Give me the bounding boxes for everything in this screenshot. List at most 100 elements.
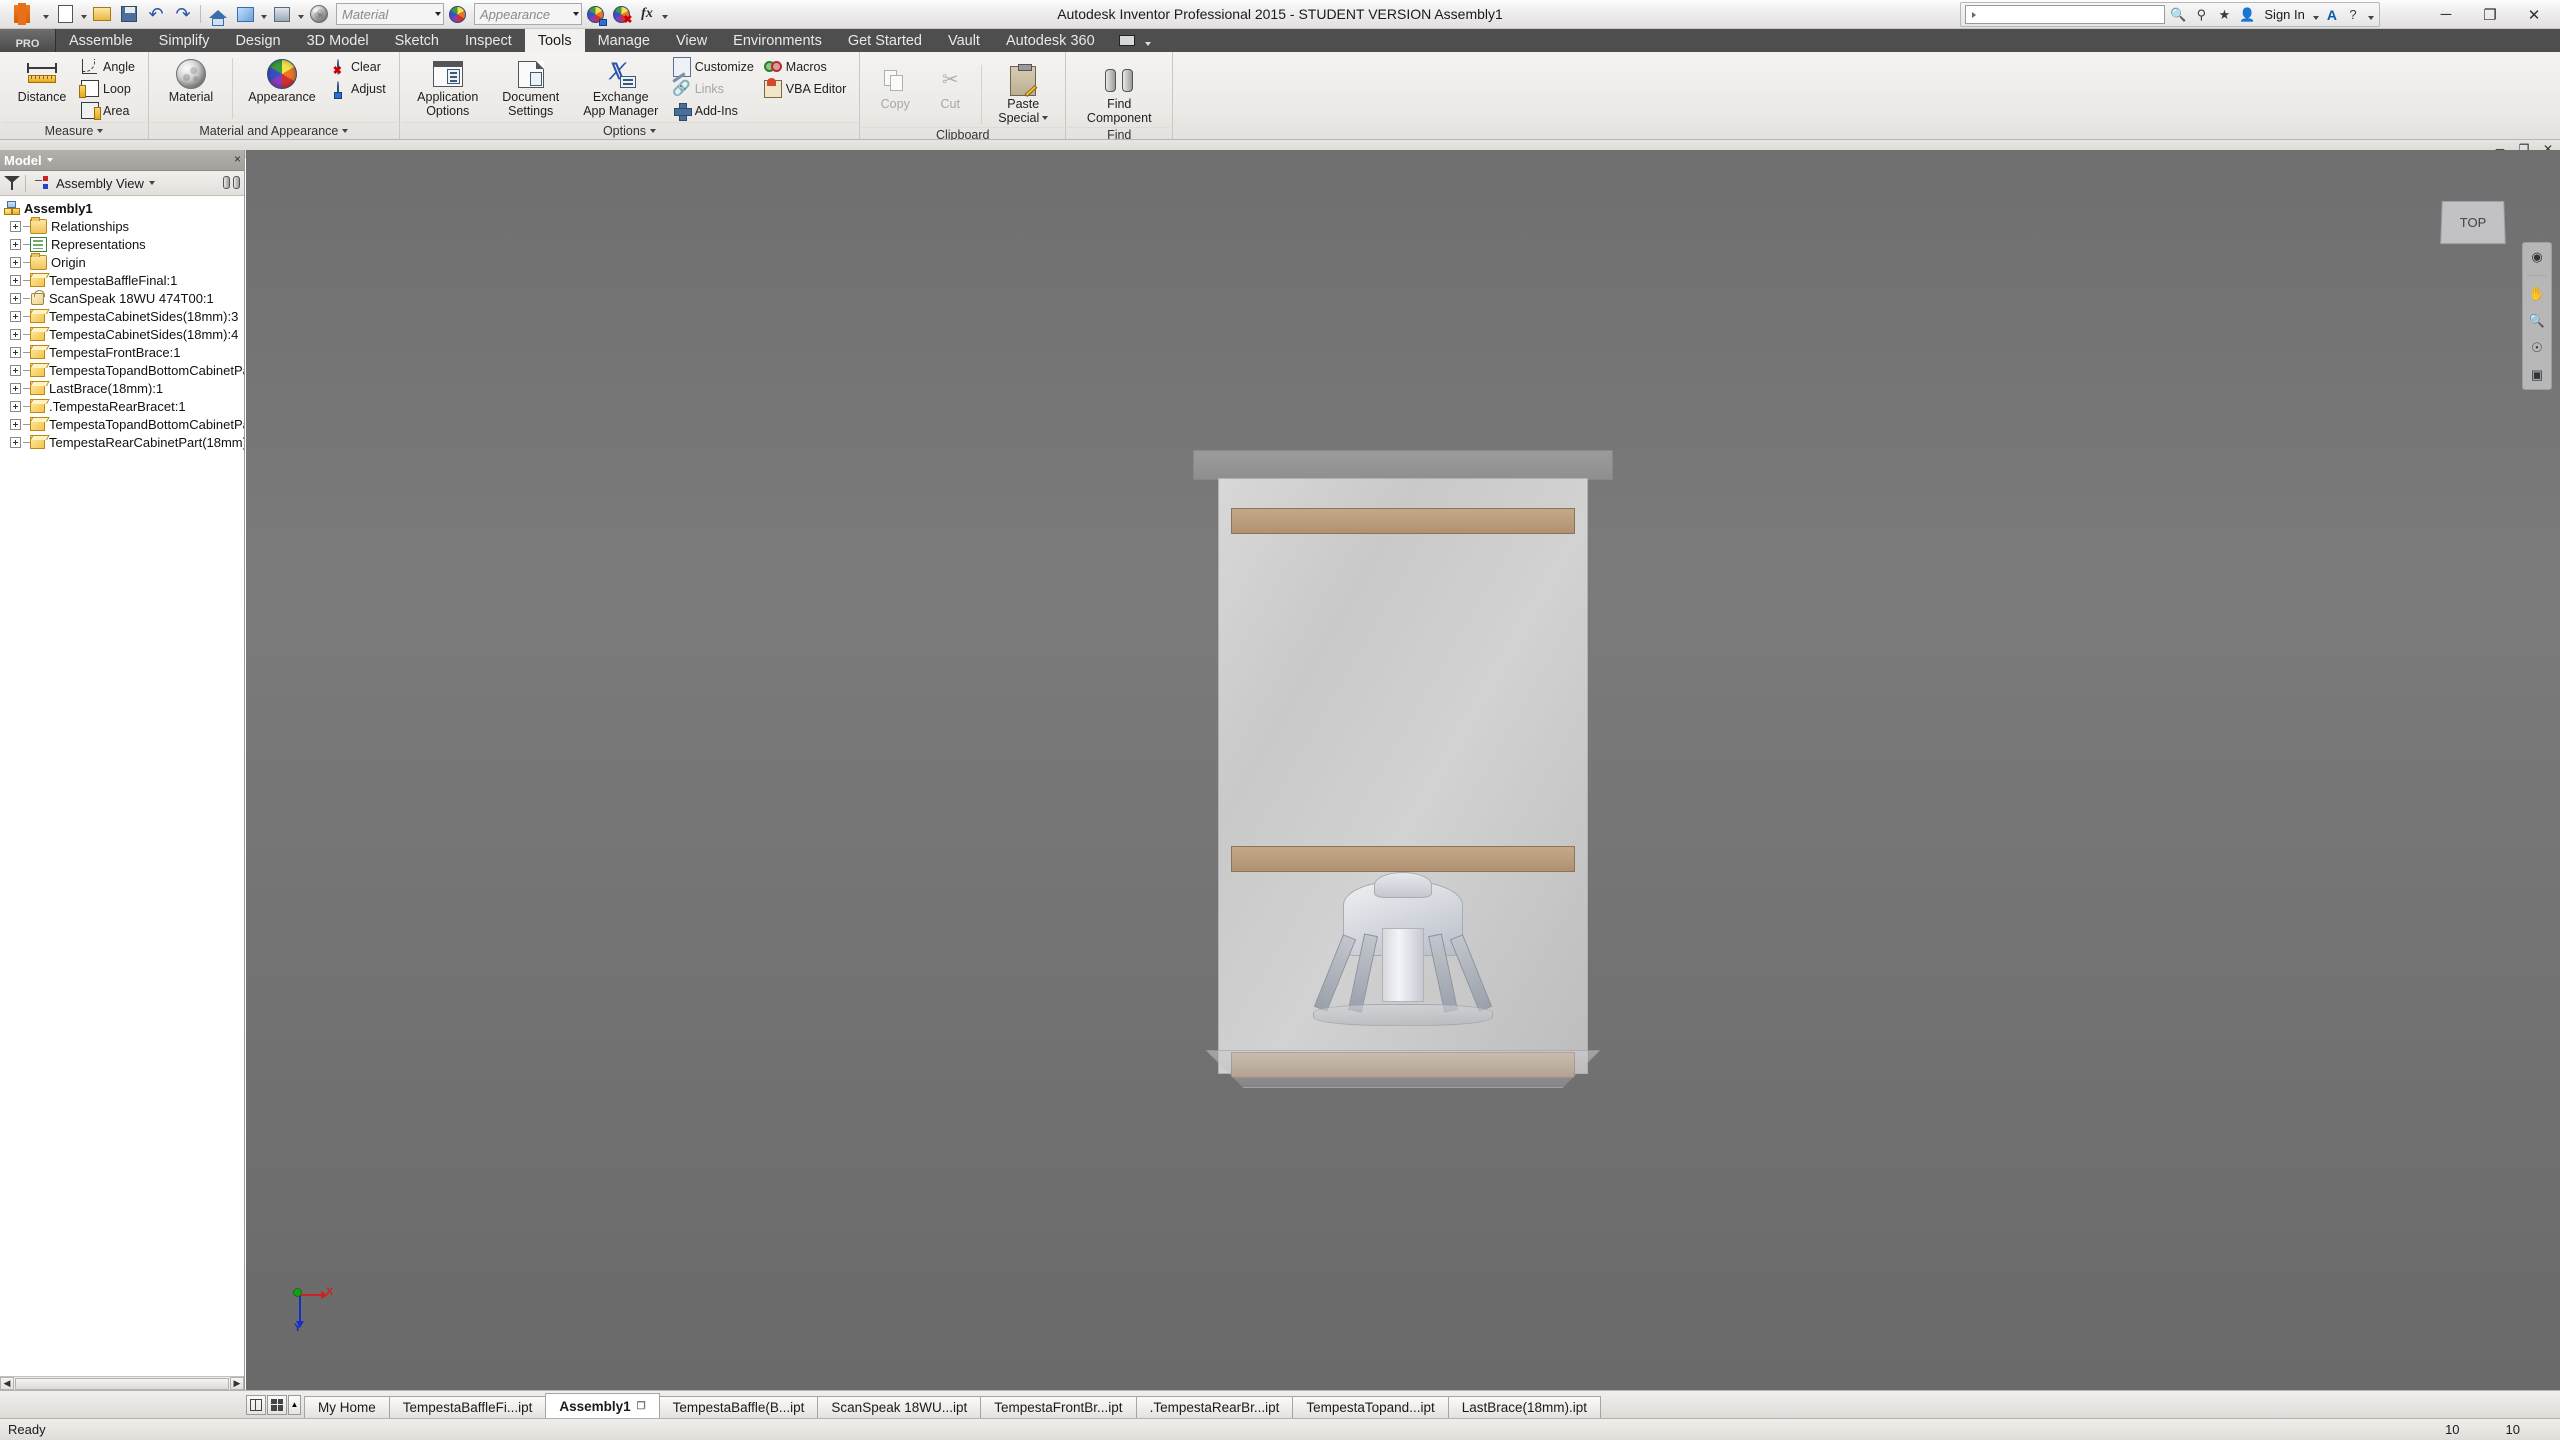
find-component-button[interactable]: Find Component [1073, 62, 1165, 127]
pan-icon[interactable]: ✋ [2527, 285, 2547, 303]
ribbon-tab-3d-model[interactable]: 3D Model [294, 29, 382, 52]
ribbon-tab-simplify[interactable]: Simplify [146, 29, 223, 52]
tree-item[interactable]: TempestaFrontBrace:1 [0, 343, 244, 361]
ribbon-tab-get-started[interactable]: Get Started [835, 29, 935, 52]
customize-button[interactable]: Customize [671, 56, 760, 77]
full-navigation-wheel-icon[interactable]: ◉ [2527, 248, 2547, 266]
application-menu-button[interactable] [3, 1, 41, 27]
document-tab[interactable]: TempestaBaffleFi...ipt [388, 1396, 547, 1418]
tree-expander-icon[interactable] [10, 256, 21, 268]
paste-special-button[interactable]: Paste Special [988, 62, 1058, 127]
tree-item[interactable]: Representations [0, 235, 244, 253]
visual-style-button[interactable] [232, 2, 258, 26]
view-cube[interactable]: TOP [2440, 200, 2506, 264]
speaker-cabinet-model[interactable] [1193, 450, 1613, 1090]
ribbon-tab-vault[interactable]: Vault [935, 29, 993, 52]
render-mode-button[interactable] [306, 2, 332, 26]
add-ins-button[interactable]: Add-Ins [671, 100, 760, 121]
new-document-button[interactable] [52, 2, 78, 26]
tree-expander-icon[interactable] [10, 436, 21, 448]
ribbon-group-title-options[interactable]: Options [401, 122, 858, 139]
home-view-button[interactable] [205, 2, 231, 26]
clear-appearance-button[interactable]: ✖ Clear [327, 56, 392, 77]
ribbon-tab-environments[interactable]: Environments [720, 29, 835, 52]
model-browser-close-icon[interactable]: × [234, 152, 241, 166]
measure-distance-button[interactable]: Distance [7, 55, 77, 107]
tree-expander-icon[interactable] [10, 364, 21, 376]
open-document-button[interactable] [89, 2, 115, 26]
measure-loop-button[interactable]: Loop [79, 78, 141, 99]
clear-appearance-quick-button[interactable]: ✖ [608, 2, 634, 26]
visual-style-chevron-icon[interactable] [259, 2, 268, 26]
ribbon-tab-manage[interactable]: Manage [585, 29, 663, 52]
help-icon[interactable]: ? [2343, 5, 2363, 25]
tree-expander-icon[interactable] [10, 292, 21, 304]
ribbon-tab-assemble[interactable]: Assemble [56, 29, 146, 52]
material-appearance-group-chevron-down-icon[interactable] [342, 129, 349, 133]
ribbon-tab-autodesk-360[interactable]: Autodesk 360 [993, 29, 1108, 52]
tree-expander-icon[interactable] [10, 274, 21, 286]
document-tab[interactable]: LastBrace(18mm).ipt [1447, 1396, 1602, 1418]
restore-button[interactable]: ❐ [2468, 2, 2512, 28]
tree-item[interactable]: ScanSpeak 18WU 474T00:1 [0, 289, 244, 307]
tile-horizontal-icon[interactable] [246, 1394, 266, 1415]
measure-angle-button[interactable]: Angle [79, 56, 141, 77]
look-at-icon[interactable]: ▣ [2527, 366, 2547, 384]
ribbon-tab-view[interactable]: View [663, 29, 720, 52]
tree-expander-icon[interactable] [10, 346, 21, 358]
tree-expander-icon[interactable] [10, 418, 21, 430]
tree-item[interactable]: LastBrace(18mm):1 [0, 379, 244, 397]
application-options-button[interactable]: Application Options [407, 55, 489, 120]
document-tab[interactable]: TempestaTopand...ipt [1292, 1396, 1449, 1418]
vba-editor-button[interactable]: VBA Editor [762, 77, 852, 99]
tree-item[interactable]: Origin [0, 252, 244, 271]
tree-expander-icon[interactable] [10, 310, 21, 322]
help-chevron-icon[interactable] [2366, 3, 2375, 27]
options-group-chevron-down-icon[interactable] [650, 129, 657, 133]
tree-expander-icon[interactable] [10, 400, 21, 412]
document-tab[interactable]: TempestaBaffle(B...ipt [658, 1396, 819, 1418]
ribbon-tab-tools[interactable]: Tools [524, 29, 585, 52]
document-tab[interactable]: Assembly1 ❐ [545, 1393, 660, 1418]
tree-item[interactable]: TempestaTopandBottomCabinetPart(18mm):2 [0, 415, 244, 433]
view-cube-top-face[interactable]: TOP [2440, 201, 2506, 245]
sign-in-chevron-icon[interactable] [2312, 3, 2321, 27]
binoculars-icon[interactable] [223, 176, 240, 190]
document-tab[interactable]: My Home [304, 1396, 390, 1418]
exchange-app-manager-button[interactable]: 𝕏 Exchange App Manager [573, 55, 669, 120]
zoom-icon[interactable]: 🔍 [2527, 312, 2547, 330]
ribbon-tab-inspect[interactable]: Inspect [452, 29, 525, 52]
tree-expander-icon[interactable] [10, 220, 21, 232]
shadows-chevron-icon[interactable] [296, 2, 305, 26]
ribbon-display-chevron-icon[interactable] [1144, 29, 1153, 53]
tree-expander-icon[interactable] [10, 328, 21, 340]
assembly-view-selector[interactable]: Assembly View [31, 176, 218, 191]
model-browser-tree[interactable]: Assembly1 Relationships Representations Or… [0, 196, 244, 1376]
parameters-button[interactable]: fx [634, 2, 660, 26]
tree-item[interactable]: Relationships [0, 216, 244, 235]
tree-expander-icon[interactable] [10, 382, 21, 394]
close-button[interactable]: ✕ [2512, 2, 2556, 28]
tab-list-chevron-up-icon[interactable]: ▲ [288, 1394, 301, 1415]
measure-area-button[interactable]: Area [79, 100, 141, 121]
redo-button[interactable]: ↷ [170, 2, 196, 26]
tree-item[interactable]: TempestaRearCabinetPart(18mm):1 [0, 433, 244, 451]
material-button[interactable]: Material [156, 55, 226, 107]
assembly-view-chevron-down-icon[interactable] [148, 181, 155, 185]
tree-item[interactable]: TempestaBaffleFinal:1 [0, 271, 244, 289]
scroll-right-icon[interactable]: ▶ [230, 1377, 244, 1390]
scroll-left-icon[interactable]: ◀ [0, 1377, 14, 1390]
ribbon-tab-sketch[interactable]: Sketch [382, 29, 452, 52]
shadows-button[interactable] [269, 2, 295, 26]
tree-item[interactable]: .TempestaRearBracet:1 [0, 397, 244, 415]
document-settings-button[interactable]: Document Settings [491, 55, 571, 120]
ribbon-group-title-material-appearance[interactable]: Material and Appearance [150, 122, 397, 139]
paste-special-chevron-down-icon[interactable] [1042, 116, 1049, 121]
document-tab[interactable]: ScanSpeak 18WU...ipt [817, 1396, 982, 1418]
subscription-center-icon[interactable]: ⚲ [2191, 5, 2211, 25]
scrollbar-thumb[interactable] [15, 1377, 229, 1390]
appearance-chevron-down-icon[interactable] [573, 12, 579, 16]
ribbon-tab-design[interactable]: Design [222, 29, 293, 52]
new-document-chevron-icon[interactable] [79, 2, 88, 26]
model-browser-header[interactable]: Model × [0, 150, 244, 171]
